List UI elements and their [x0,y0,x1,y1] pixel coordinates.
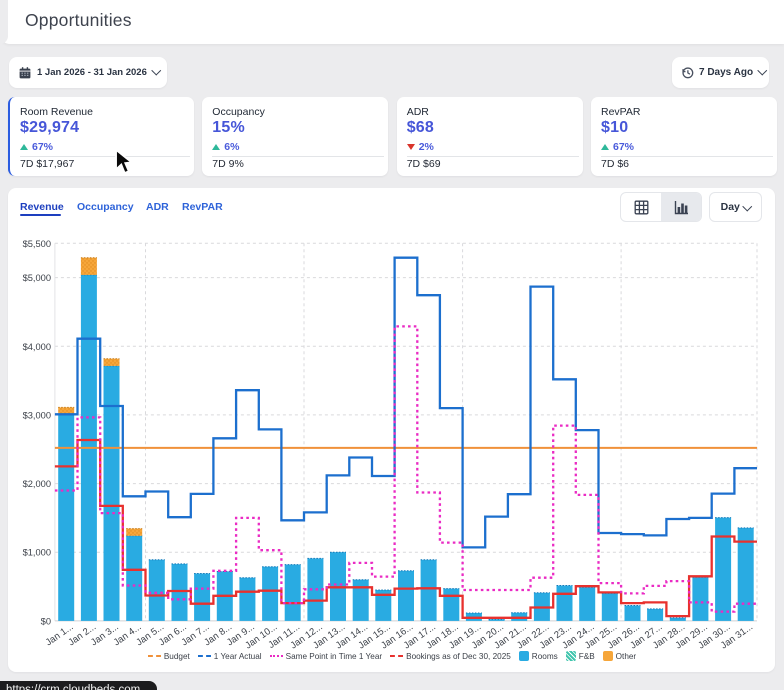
svg-text:$5,000: $5,000 [23,273,51,283]
svg-text:$0: $0 [41,616,51,626]
svg-text:$2,000: $2,000 [23,479,51,489]
svg-text:$1,000: $1,000 [23,548,51,558]
svg-text:$5,500: $5,500 [23,239,51,249]
svg-text:$3,000: $3,000 [23,410,51,420]
svg-text:$4,000: $4,000 [23,342,51,352]
